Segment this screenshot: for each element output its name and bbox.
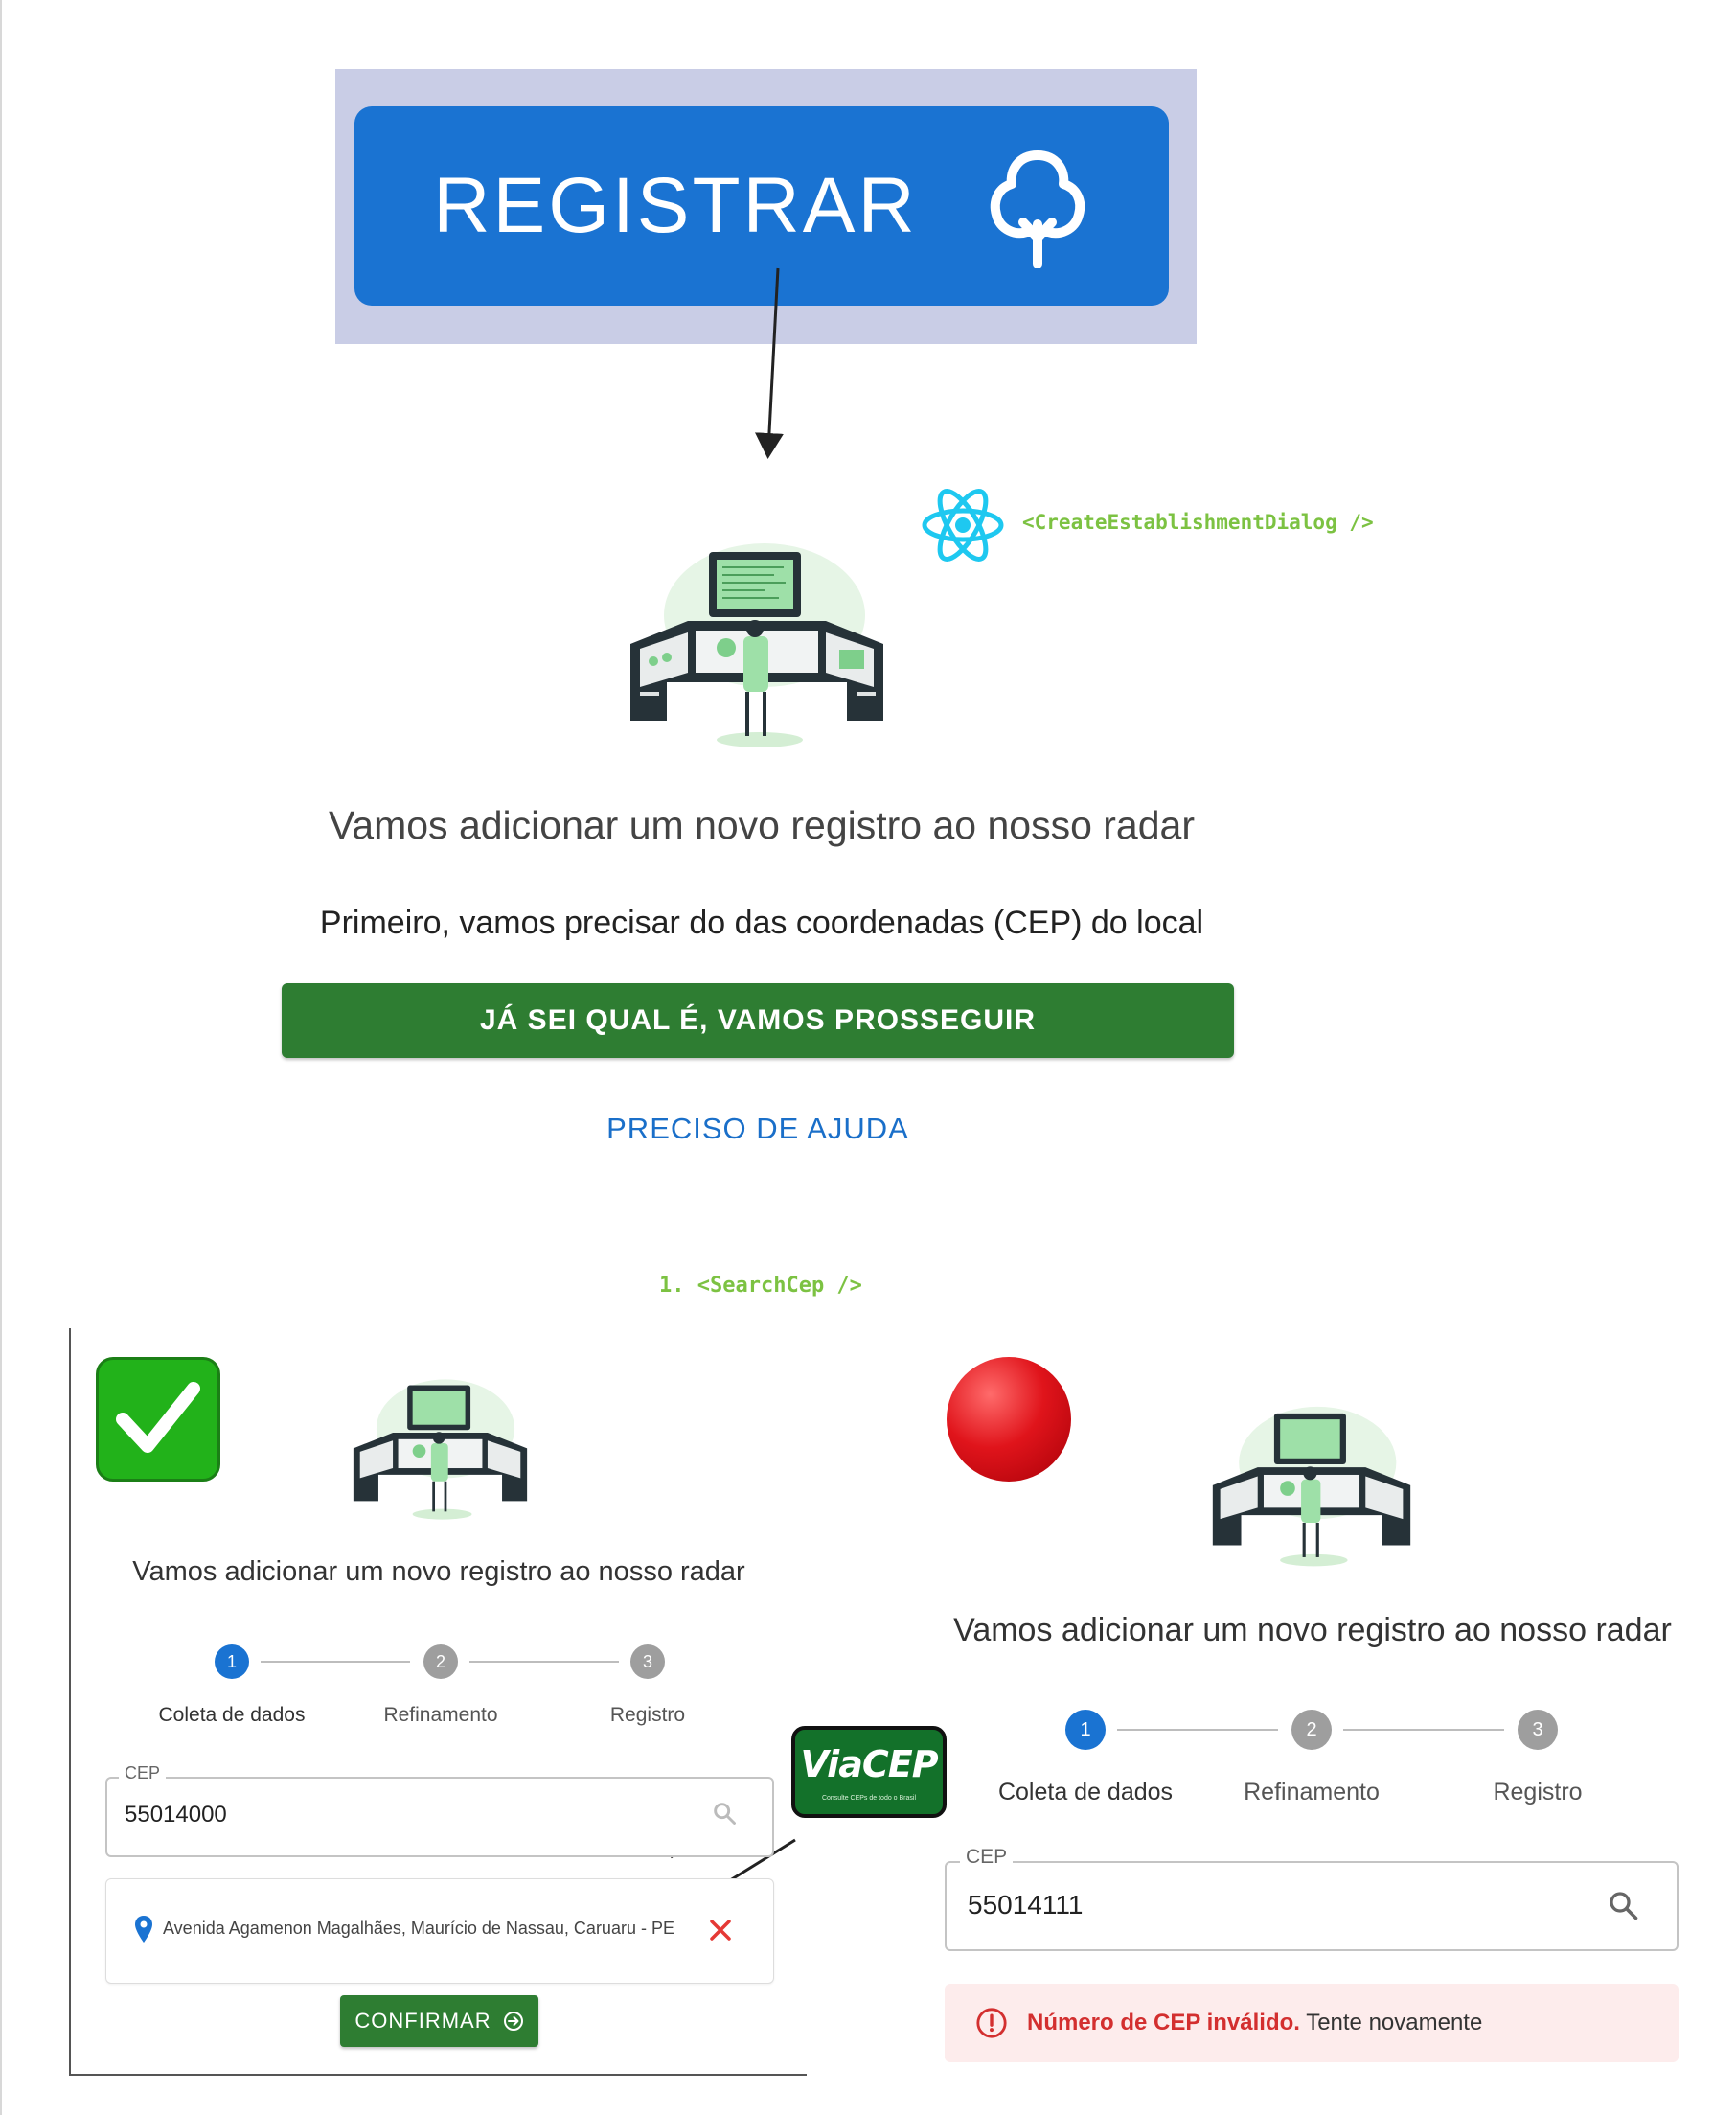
- step-3-label: Registro: [1493, 1779, 1583, 1805]
- error-message-rest: Tente novamente: [1306, 2010, 1483, 2035]
- tree-icon: [990, 150, 1085, 268]
- panel-border-bottom: [69, 2074, 807, 2076]
- confirm-button[interactable]: CONFIRMAR: [340, 1995, 538, 2047]
- control-room-illustration-small: [1212, 1406, 1411, 1567]
- viacep-logo: ViaCEP Consulte CEPs de todo o Brasil: [791, 1726, 947, 1818]
- cep-field-label: CEP: [960, 1846, 1014, 1869]
- step-1-circle: 1: [215, 1644, 249, 1679]
- close-icon[interactable]: [709, 1919, 732, 1942]
- confirm-button-label: CONFIRMAR: [354, 2009, 491, 2033]
- arrow-right-circle-icon: [503, 2012, 523, 2031]
- location-pin-icon: [135, 1916, 152, 1943]
- step-1-circle: 1: [1065, 1710, 1106, 1750]
- panel-border-left: [69, 1328, 71, 2076]
- step-connector: [1343, 1729, 1504, 1731]
- cep-input-value: 55014000: [125, 1802, 227, 1828]
- error-alert: Número de CEP inválido. Tente novamente: [945, 1984, 1679, 2062]
- step-1-label: Coleta de dados: [158, 1704, 306, 1726]
- cep-input-value: 55014111: [968, 1890, 1084, 1920]
- step-connector: [261, 1661, 410, 1663]
- address-text: Avenida Agamenon Magalhães, Maurício de …: [163, 1919, 674, 1938]
- step-1-label: Coleta de dados: [997, 1779, 1174, 1805]
- cep-field-label: CEP: [119, 1763, 167, 1783]
- search-cep-tag: 1. <SearchCep />: [659, 1274, 862, 1298]
- help-link[interactable]: PRECISO DE AJUDA: [0, 1112, 1516, 1146]
- error-heading: Vamos adicionar um novo registro ao noss…: [953, 1612, 1672, 1648]
- control-room-illustration-small: [353, 1379, 528, 1520]
- search-icon[interactable]: [711, 1800, 738, 1827]
- register-button-label: REGISTRAR: [433, 162, 918, 249]
- step-connector: [469, 1661, 619, 1663]
- success-heading: Vamos adicionar um novo registro ao noss…: [132, 1556, 745, 1587]
- register-button[interactable]: REGISTRAR: [354, 106, 1169, 306]
- create-dialog-tag: <CreateEstablishmentDialog />: [1022, 511, 1374, 534]
- error-message-strong: Número de CEP inválido.: [1027, 2010, 1300, 2035]
- check-mark-emoji-icon: [96, 1357, 220, 1482]
- react-logo-icon: [922, 489, 1004, 562]
- error-icon: [976, 2008, 1007, 2038]
- step-connector: [1117, 1729, 1278, 1731]
- step-3-label: Registro: [609, 1704, 686, 1726]
- dialog-heading: Vamos adicionar um novo registro ao noss…: [329, 803, 1195, 847]
- step-2-label: Refinamento: [1244, 1779, 1380, 1805]
- page-edge: [0, 0, 2, 2115]
- viacep-logo-text: ViaCEP: [800, 1743, 938, 1785]
- proceed-button[interactable]: JÁ SEI QUAL É, VAMOS PROSSEGUIR: [282, 983, 1234, 1058]
- step-3-circle: 3: [1518, 1710, 1558, 1750]
- step-2-circle: 2: [1291, 1710, 1332, 1750]
- step-2-label: Refinamento: [383, 1704, 498, 1726]
- dialog-subheading: Primeiro, vamos precisar do das coordena…: [319, 905, 1204, 941]
- viacep-tagline: Consulte CEPs de todo o Brasil: [821, 1795, 917, 1802]
- step-3-circle: 3: [630, 1644, 665, 1679]
- control-room-illustration: [630, 543, 883, 747]
- step-2-circle: 2: [423, 1644, 458, 1679]
- search-icon[interactable]: [1606, 1888, 1640, 1922]
- red-circle-emoji-icon: [947, 1357, 1071, 1482]
